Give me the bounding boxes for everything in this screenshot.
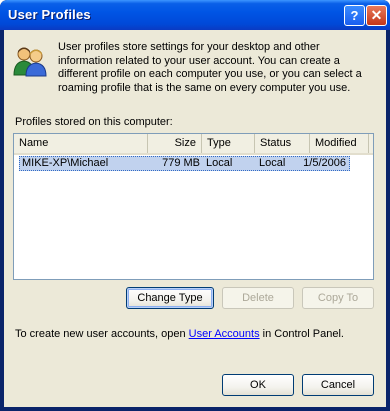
list-header: Name Size Type Status Modified <box>14 134 373 155</box>
footer-suffix: in Control Panel. <box>259 328 344 340</box>
copy-to-button[interactable]: Copy To <box>302 287 374 309</box>
user-accounts-link[interactable]: User Accounts <box>189 328 260 340</box>
window-title: User Profiles <box>8 7 91 22</box>
user-profiles-dialog: User Profiles ? ✕ User profiles store se… <box>0 0 390 411</box>
column-header-size[interactable]: Size <box>148 134 202 153</box>
column-header-type[interactable]: Type <box>202 134 255 153</box>
cell-name: MIKE-XP\Michael <box>22 157 109 169</box>
table-row[interactable]: MIKE-XP\Michael 779 MB Local Local 1/5/2… <box>19 156 350 171</box>
users-icon <box>13 47 47 77</box>
profiles-list[interactable]: Name Size Type Status Modified MIKE-XP\M… <box>13 133 374 280</box>
close-button[interactable]: ✕ <box>366 5 387 26</box>
footer-text: To create new user accounts, open User A… <box>15 328 344 340</box>
cell-size: 779 MB <box>162 157 200 169</box>
title-bar[interactable]: User Profiles ? ✕ <box>0 0 390 30</box>
cell-modified: 1/5/2006 <box>303 157 346 169</box>
column-header-name[interactable]: Name <box>14 134 148 153</box>
cancel-button[interactable]: Cancel <box>302 374 374 396</box>
change-type-button[interactable]: Change Type <box>126 287 214 309</box>
footer-prefix: To create new user accounts, open <box>15 328 189 340</box>
intro-text: User profiles store settings for your de… <box>58 41 362 94</box>
ok-button[interactable]: OK <box>222 374 294 396</box>
column-header-status[interactable]: Status <box>255 134 310 153</box>
profiles-group-label: Profiles stored on this computer: <box>15 116 173 128</box>
help-button[interactable]: ? <box>344 5 365 26</box>
delete-button[interactable]: Delete <box>222 287 294 309</box>
cell-status: Local <box>259 157 286 169</box>
cell-type: Local <box>206 157 233 169</box>
column-header-modified[interactable]: Modified <box>310 134 369 153</box>
